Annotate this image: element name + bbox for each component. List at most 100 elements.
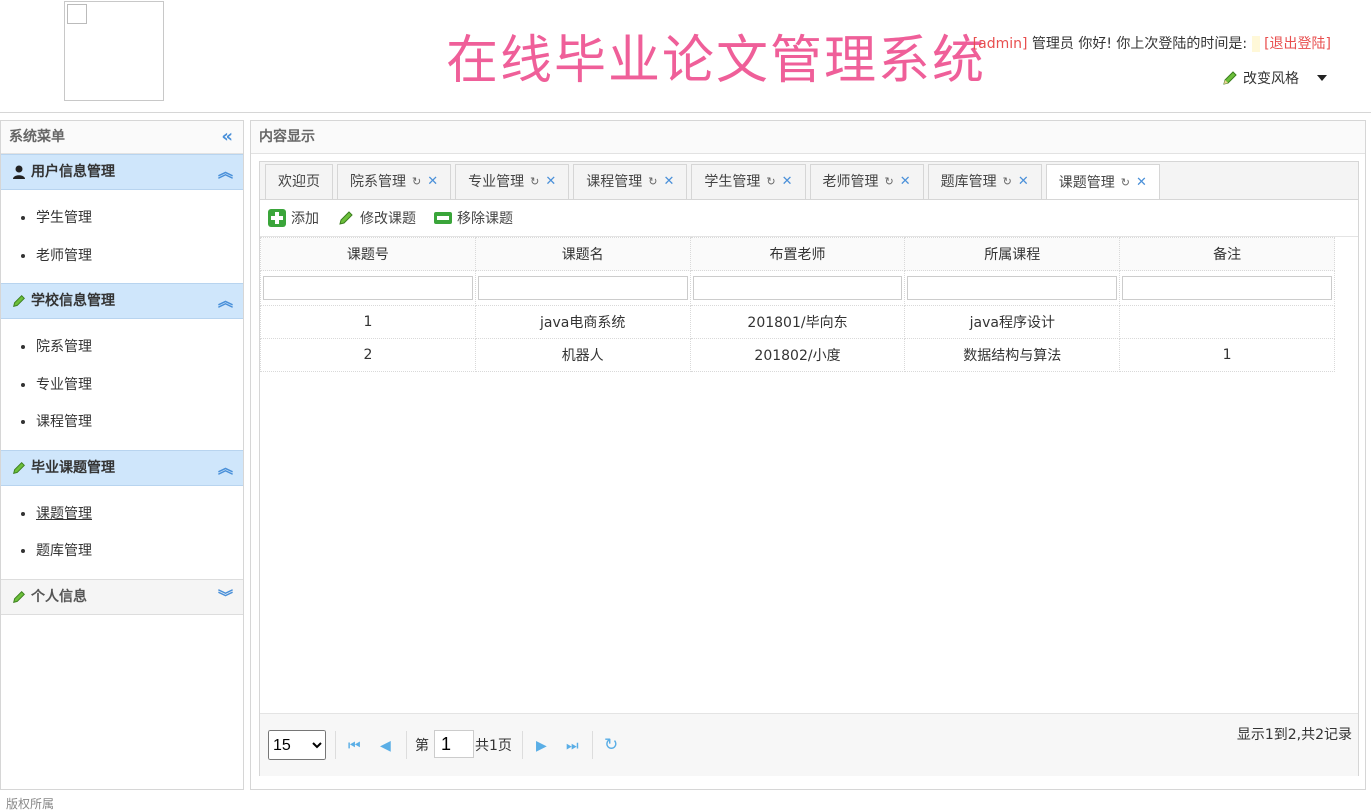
- refresh-icon[interactable]: ↻: [530, 165, 539, 199]
- refresh-icon[interactable]: ↻: [766, 165, 775, 199]
- page-size-select[interactable]: 15: [268, 730, 326, 760]
- sidebar-item-topic[interactable]: 课题管理: [36, 496, 243, 534]
- column-header[interactable]: 备注: [1119, 237, 1335, 271]
- collapse-left-icon[interactable]: «: [221, 121, 233, 153]
- column-header[interactable]: 课题名: [474, 237, 691, 271]
- add-button[interactable]: 添加: [268, 208, 319, 228]
- table-header-row: 课题号 课题名 布置老师 所属课程 备注: [260, 237, 1335, 271]
- remove-topic-button[interactable]: 移除课题: [434, 208, 513, 228]
- sidebar: 系统菜单 « 用户信息管理 ︽ 学生管理 老师管理 学校信息管理 ︽ 院系管理 …: [0, 120, 244, 790]
- sidebar-item-question-bank[interactable]: 题库管理: [36, 533, 243, 571]
- refresh-icon[interactable]: ↻: [648, 165, 657, 199]
- chevron-down-icon: [1317, 75, 1327, 81]
- table-cell: 机器人: [474, 338, 691, 372]
- accordion-title: 个人信息: [31, 588, 87, 605]
- chevron-up-icon[interactable]: ︽: [218, 284, 233, 318]
- content-title-text: 内容显示: [259, 129, 315, 145]
- login-info: [admin] 管理员 你好! 你上次登陆的时间是: [退出登陆]: [973, 33, 1331, 53]
- filter-input[interactable]: [477, 276, 688, 300]
- prev-page-icon[interactable]: ◀: [380, 738, 391, 754]
- broken-image-icon: [67, 4, 87, 24]
- table-cell: 1: [1119, 338, 1335, 372]
- pencil-icon: [13, 295, 25, 307]
- sidebar-item-major[interactable]: 专业管理: [36, 367, 243, 405]
- tab-course[interactable]: 课程管理 ↻ ✕: [573, 164, 688, 199]
- tab-topic[interactable]: 课题管理 ↻ ✕: [1045, 164, 1160, 200]
- filter-input[interactable]: [692, 276, 903, 300]
- table-row[interactable]: 2 机器人 201802/小度 数据结构与算法 1: [260, 338, 1335, 372]
- tab-label: 院系管理: [350, 174, 406, 190]
- sidebar-item-label: 题库管理: [36, 543, 92, 559]
- close-icon[interactable]: ✕: [1136, 166, 1147, 200]
- filter-input[interactable]: [907, 276, 1118, 300]
- chevron-up-icon[interactable]: ︽: [218, 155, 233, 189]
- sidebar-item-student[interactable]: 学生管理: [36, 200, 243, 238]
- add-button-label: 添加: [291, 211, 319, 227]
- filter-input[interactable]: [1122, 276, 1332, 300]
- refresh-icon[interactable]: ↻: [412, 165, 421, 199]
- pencil-icon: [13, 461, 25, 474]
- page-prefix: 第: [415, 738, 429, 754]
- user-icon: [13, 165, 25, 179]
- last-page-icon[interactable]: ⏭: [566, 738, 579, 754]
- column-header[interactable]: 课题号: [260, 237, 476, 271]
- page-number-input[interactable]: [434, 730, 474, 758]
- sidebar-title: 系统菜单 «: [1, 121, 243, 154]
- tab-label: 课题管理: [1058, 174, 1115, 191]
- style-switch-menu[interactable]: 改变风格: [1221, 68, 1327, 88]
- table-cell: java电商系统: [474, 305, 691, 339]
- accordion-body-user-info: 学生管理 老师管理: [1, 190, 243, 283]
- sidebar-item-label: 学生管理: [36, 210, 92, 226]
- first-page-icon[interactable]: ⏮: [348, 738, 361, 754]
- refresh-icon[interactable]: ↻: [1121, 166, 1130, 200]
- table-cell: 201802/小度: [689, 338, 906, 372]
- pencil-icon: [13, 590, 25, 603]
- column-header[interactable]: 布置老师: [689, 237, 906, 271]
- next-page-icon[interactable]: ▶: [536, 738, 547, 754]
- content-panel: 内容显示 欢迎页 院系管理 ↻ ✕ 专业管理 ↻ ✕ 课程管理 ↻ ✕ 学生管理 ↻ ✕ 老师管…: [250, 120, 1366, 790]
- refresh-icon[interactable]: ↻: [1003, 165, 1012, 199]
- close-icon[interactable]: ✕: [427, 165, 438, 199]
- table-cell: java程序设计: [904, 305, 1121, 339]
- pencil-icon: [339, 211, 353, 225]
- style-switch-label: 改变风格: [1243, 71, 1299, 87]
- accordion-school-info[interactable]: 学校信息管理 ︽: [1, 283, 243, 319]
- filter-input[interactable]: [263, 276, 473, 300]
- close-icon[interactable]: ✕: [1018, 165, 1029, 199]
- edit-topic-button[interactable]: 修改课题: [337, 208, 416, 228]
- column-header[interactable]: 所属课程: [904, 237, 1121, 271]
- close-icon[interactable]: ✕: [663, 165, 674, 199]
- tab-major[interactable]: 专业管理 ↻ ✕: [455, 164, 570, 199]
- content-title: 内容显示: [251, 121, 1365, 154]
- refresh-icon[interactable]: ↻: [885, 165, 894, 199]
- refresh-icon[interactable]: ↻: [604, 735, 618, 755]
- tab-welcome[interactable]: 欢迎页: [265, 164, 333, 199]
- accordion-body-school-info: 院系管理 专业管理 课程管理: [1, 319, 243, 450]
- chevron-up-icon[interactable]: ︽: [218, 451, 233, 485]
- table-row[interactable]: 1 java电商系统 201801/毕向东 java程序设计: [260, 305, 1335, 339]
- accordion-personal-info[interactable]: 个人信息 ︾: [1, 578, 243, 615]
- tab-teacher[interactable]: 老师管理 ↻ ✕: [809, 164, 924, 199]
- accordion-user-info[interactable]: 用户信息管理 ︽: [1, 154, 243, 190]
- filter-cell: [474, 270, 691, 306]
- sidebar-item-department[interactable]: 院系管理: [36, 329, 243, 367]
- total-pages: 共1页: [475, 738, 512, 754]
- filter-cell: [260, 270, 476, 306]
- table-cell: 2: [260, 338, 476, 372]
- accordion-graduation-topic[interactable]: 毕业课题管理 ︽: [1, 449, 243, 486]
- tab-question-bank[interactable]: 题库管理 ↻ ✕: [927, 164, 1042, 199]
- close-icon[interactable]: ✕: [900, 165, 911, 199]
- tab-label: 老师管理: [822, 174, 879, 190]
- chevron-down-icon[interactable]: ︾: [218, 580, 233, 614]
- accordion-title: 用户信息管理: [31, 164, 115, 180]
- tab-student[interactable]: 学生管理 ↻ ✕: [691, 164, 806, 199]
- filter-cell: [904, 270, 1121, 306]
- tab-department[interactable]: 院系管理 ↻ ✕: [337, 164, 452, 199]
- logout-link[interactable]: [退出登陆]: [1264, 36, 1331, 52]
- tab-label: 欢迎页: [278, 174, 320, 190]
- header: 在线毕业论文管理系统 [admin] 管理员 你好! 你上次登陆的时间是: [退…: [0, 0, 1371, 113]
- sidebar-item-teacher[interactable]: 老师管理: [36, 238, 243, 276]
- sidebar-item-course[interactable]: 课程管理: [36, 404, 243, 442]
- close-icon[interactable]: ✕: [782, 165, 793, 199]
- close-icon[interactable]: ✕: [545, 165, 556, 199]
